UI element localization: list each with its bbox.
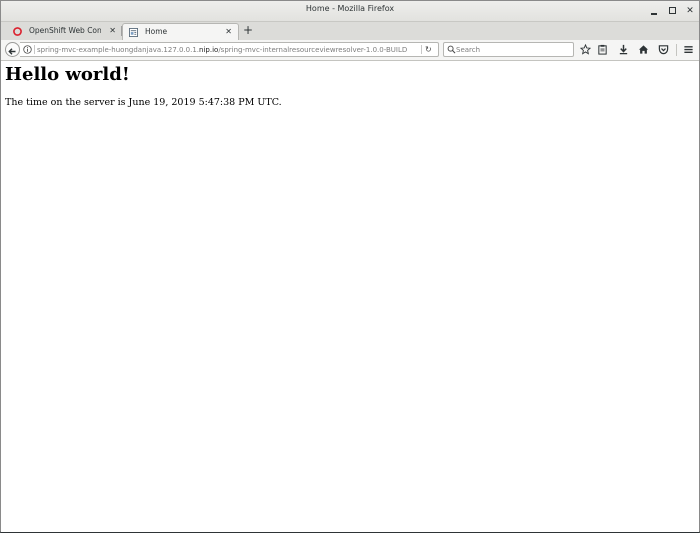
tab-openshift[interactable]: OpenShift Web Cons… ✕ xyxy=(7,23,122,40)
toolbar-divider xyxy=(676,44,677,56)
tab-label: OpenShift Web Cons… xyxy=(29,26,101,35)
tab-strip: OpenShift Web Cons… ✕ Home ✕ + xyxy=(1,22,699,41)
clipboard-icon[interactable] xyxy=(597,44,608,55)
page-heading: Hello world! xyxy=(5,64,130,85)
navigation-toolbar: spring-mvc-example-huongdanjava.127.0.0.… xyxy=(1,40,699,61)
home-icon[interactable] xyxy=(638,44,649,55)
server-time-message: The time on the server is June 19, 2019 … xyxy=(5,97,282,108)
hamburger-menu-icon[interactable] xyxy=(683,44,694,55)
maximize-button[interactable] xyxy=(666,5,678,17)
bookmark-star-icon[interactable] xyxy=(580,44,591,55)
pocket-icon[interactable] xyxy=(658,44,669,55)
page-icon xyxy=(129,28,138,37)
maximize-icon xyxy=(668,7,676,14)
download-icon[interactable] xyxy=(618,44,629,55)
tab-close-icon[interactable]: ✕ xyxy=(225,24,232,40)
url-host: nip.io xyxy=(199,46,219,54)
url-divider xyxy=(34,45,35,54)
minimize-button[interactable] xyxy=(648,5,660,17)
tab-close-icon[interactable]: ✕ xyxy=(109,23,116,39)
back-button[interactable] xyxy=(5,42,20,57)
url-bar[interactable]: spring-mvc-example-huongdanjava.127.0.0.… xyxy=(20,42,439,57)
info-icon[interactable] xyxy=(23,45,32,54)
new-tab-button[interactable]: + xyxy=(243,22,253,39)
close-icon: ✕ xyxy=(686,6,694,16)
search-bar[interactable] xyxy=(443,42,574,57)
reload-icon[interactable]: ↻ xyxy=(425,44,432,56)
url-text[interactable]: spring-mvc-example-huongdanjava.127.0.0.… xyxy=(37,44,407,56)
search-icon xyxy=(447,45,456,54)
search-input[interactable] xyxy=(456,43,568,56)
window-title: Home - Mozilla Firefox xyxy=(305,4,395,13)
reload-divider xyxy=(421,45,422,54)
back-arrow-icon xyxy=(8,48,16,55)
tab-home[interactable]: Home ✕ xyxy=(122,23,239,40)
browser-window: Home - Mozilla Firefox ✕ OpenShift Web C… xyxy=(0,0,700,533)
url-prefix: spring-mvc-example-huongdanjava.127.0.0.… xyxy=(37,46,200,54)
minimize-icon xyxy=(651,13,657,15)
tab-label: Home xyxy=(145,27,168,36)
close-window-button[interactable]: ✕ xyxy=(684,5,696,17)
openshift-icon xyxy=(13,27,22,36)
title-bar: Home - Mozilla Firefox ✕ xyxy=(1,1,699,22)
url-path: /spring-mvc-internalresourceviewresolver… xyxy=(218,46,408,54)
page-content: Hello world! The time on the server is J… xyxy=(1,61,699,532)
